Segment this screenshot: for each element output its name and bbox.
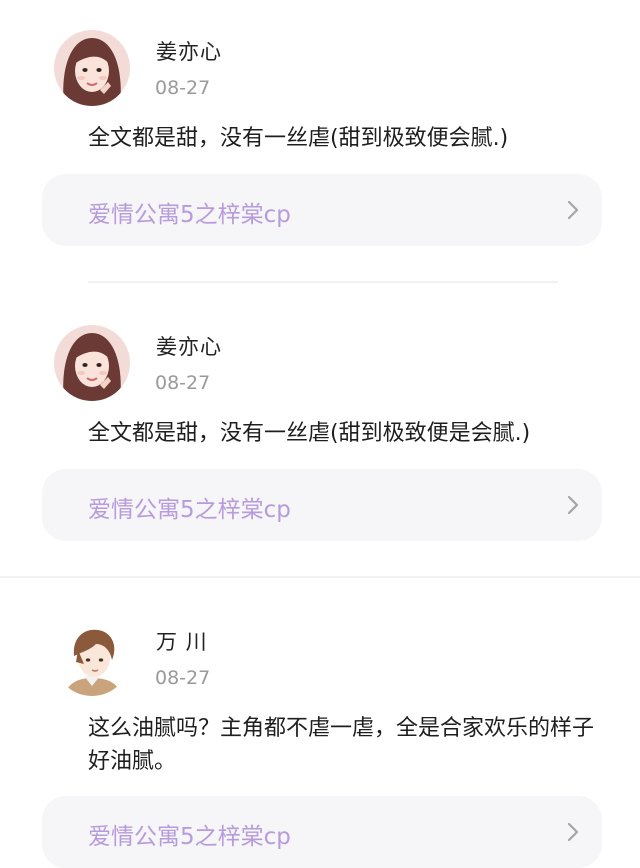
chevron-right-icon [567, 495, 579, 515]
divider [0, 576, 640, 578]
comment-item: 姜亦心 08-27 全文都是甜，没有一丝虐(甜到极致便会腻.) 爱情公寓5之梓棠… [0, 0, 640, 260]
avatar[interactable] [54, 325, 130, 401]
book-title: 爱情公寓5之梓棠cp [88, 824, 291, 850]
book-title: 爱情公寓5之梓棠cp [88, 497, 291, 523]
comment-date: 08-27 [155, 667, 211, 689]
comment-text: 全文都是甜，没有一丝虐(甜到极致便是会腻.) [88, 421, 531, 446]
avatar[interactable] [54, 620, 130, 696]
comment-item: 万 川 08-27 这么油腻吗？主角都不虐一虐，全是合家欢乐的样子好油腻。 爱情… [0, 590, 640, 868]
comment-date: 08-27 [155, 372, 211, 394]
comment-feed: 姜亦心 08-27 全文都是甜，没有一丝虐(甜到极致便会腻.) 爱情公寓5之梓棠… [0, 0, 640, 868]
female-avatar-icon [54, 325, 130, 401]
comment-item: 姜亦心 08-27 全文都是甜，没有一丝虐(甜到极致便是会腻.) 爱情公寓5之梓… [0, 295, 640, 555]
username[interactable]: 万 川 [156, 626, 208, 656]
female-avatar-icon [54, 30, 130, 106]
username[interactable]: 姜亦心 [156, 36, 222, 66]
username[interactable]: 姜亦心 [156, 331, 222, 361]
divider [88, 281, 558, 283]
chevron-right-icon [567, 822, 579, 842]
book-link-card[interactable]: 爱情公寓5之梓棠cp [42, 174, 602, 246]
comment-text: 全文都是甜，没有一丝虐(甜到极致便会腻.) [88, 126, 509, 151]
male-anime-avatar-icon [54, 620, 130, 696]
chevron-right-icon [567, 200, 579, 220]
avatar[interactable] [54, 30, 130, 106]
book-link-card[interactable]: 爱情公寓5之梓棠cp [42, 469, 602, 541]
book-title: 爱情公寓5之梓棠cp [88, 202, 291, 228]
comment-text: 这么油腻吗？主角都不虐一虐，全是合家欢乐的样子好油腻。 [88, 716, 595, 774]
comment-date: 08-27 [155, 77, 211, 99]
book-link-card[interactable]: 爱情公寓5之梓棠cp [42, 796, 602, 868]
